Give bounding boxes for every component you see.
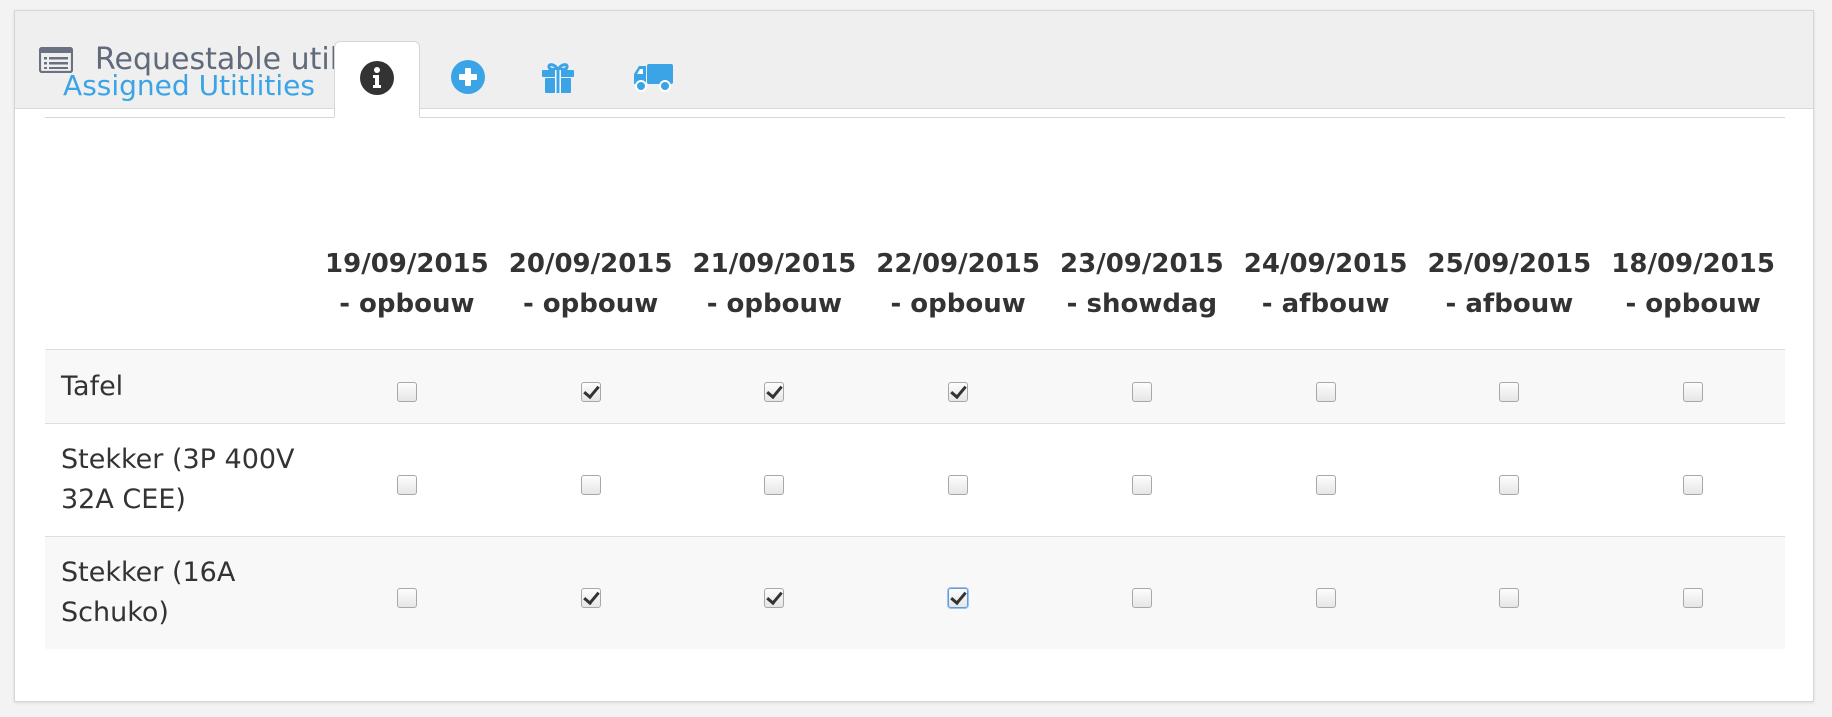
column-header: 23/09/2015- showdag — [1060, 249, 1224, 319]
checkbox[interactable] — [764, 475, 785, 495]
utilities-table: 19/09/2015- opbouw 20/09/2015- opbouw 21… — [45, 219, 1785, 649]
table-row: Stekker (16A Schuko) — [45, 536, 1785, 649]
checkbox[interactable] — [580, 475, 601, 495]
row-label: Tafel — [45, 349, 315, 424]
column-header: 25/09/2015- afbouw — [1427, 249, 1592, 319]
checkbox[interactable] — [396, 588, 417, 608]
column-header: 20/09/2015- opbouw — [508, 249, 673, 319]
checkbox[interactable] — [948, 381, 969, 402]
checkbox[interactable] — [1499, 475, 1520, 495]
utilities-table-container: 19/09/2015- opbouw 20/09/2015- opbouw 21… — [45, 219, 1785, 649]
checkbox[interactable] — [396, 475, 417, 495]
checkbox[interactable] — [948, 475, 969, 495]
tab-info[interactable] — [334, 41, 420, 118]
checkbox[interactable] — [1683, 475, 1704, 495]
checkbox[interactable] — [1315, 475, 1336, 495]
column-header: 21/09/2015- opbouw — [692, 249, 857, 319]
tab-bar: Assigned Utitlities — [45, 41, 1785, 118]
column-header: 18/09/2015- opbouw — [1611, 249, 1775, 319]
column-header: 24/09/2015- afbouw — [1243, 249, 1408, 319]
checkbox[interactable] — [580, 381, 601, 402]
checkbox[interactable] — [1131, 475, 1152, 495]
checkbox[interactable] — [396, 381, 417, 402]
info-icon — [359, 60, 395, 100]
checkbox[interactable] — [764, 588, 785, 608]
checkbox[interactable] — [1131, 381, 1152, 402]
gift-icon — [540, 59, 576, 99]
plus-circle-icon — [450, 59, 486, 99]
checkbox[interactable] — [948, 588, 969, 608]
checkbox[interactable] — [1315, 588, 1336, 608]
checkbox[interactable] — [1499, 381, 1520, 402]
checkbox[interactable] — [1315, 381, 1336, 402]
checkbox[interactable] — [1683, 588, 1704, 608]
tab-assigned-utilities[interactable]: Assigned Utitlities — [45, 41, 333, 117]
table-row: Tafel — [45, 349, 1785, 424]
tab-gift[interactable] — [515, 41, 601, 117]
tab-truck[interactable] — [610, 41, 696, 117]
table-row: Stekker (3P 400V 32A CEE) — [45, 423, 1785, 537]
checkbox[interactable] — [1131, 588, 1152, 608]
checkbox[interactable] — [764, 381, 785, 402]
column-header: 19/09/2015- opbouw — [325, 249, 489, 319]
row-label: Stekker (16A Schuko) — [45, 536, 315, 649]
header-empty — [45, 219, 315, 350]
row-label: Stekker (3P 400V 32A CEE) — [45, 423, 315, 537]
checkbox[interactable] — [1683, 381, 1704, 402]
checkbox[interactable] — [1499, 588, 1520, 608]
requestable-utilities-panel: Requestable utilities Assigned Utitlitie… — [14, 10, 1814, 702]
table-header-row: 19/09/2015- opbouw 20/09/2015- opbouw 21… — [45, 219, 1785, 350]
truck-icon — [632, 60, 674, 98]
column-header: 22/09/2015- opbouw — [876, 249, 1040, 319]
tab-add[interactable] — [425, 41, 511, 117]
checkbox[interactable] — [580, 588, 601, 608]
